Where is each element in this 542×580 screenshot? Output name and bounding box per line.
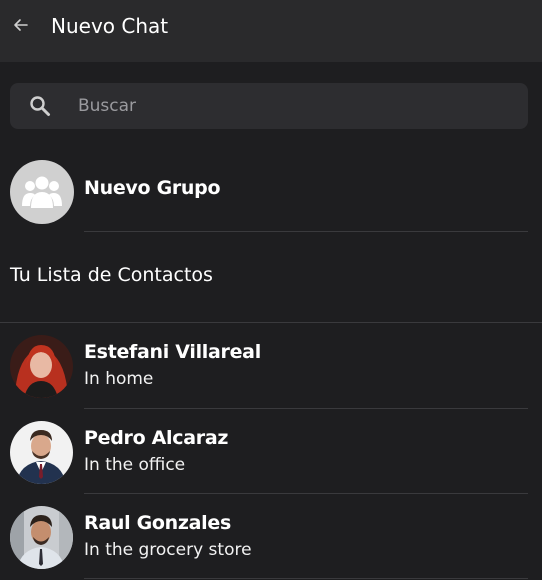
divider [84,231,528,232]
search-bar[interactable] [10,83,528,129]
contact-status: In the grocery store [84,540,252,560]
contact-item[interactable]: Raul Gonzales In the grocery store [0,494,542,579]
contact-name: Estefani Villareal [84,341,261,363]
contact-status: In home [84,369,154,389]
contact-item[interactable]: Pedro Alcaraz In the office [0,409,542,494]
divider [84,578,528,579]
new-group-label: Nuevo Grupo [84,177,221,199]
avatar [10,421,73,484]
new-group-button[interactable]: Nuevo Grupo [0,150,542,232]
avatar [10,335,73,398]
search-icon [30,96,50,116]
app-header: Nuevo Chat [0,0,542,62]
contact-name: Pedro Alcaraz [84,427,229,449]
back-button[interactable] [10,14,32,36]
group-icon [22,176,62,208]
contact-status: In the office [84,455,186,475]
page-title: Nuevo Chat [51,14,169,38]
search-input[interactable] [70,83,518,129]
group-avatar [10,160,74,224]
contacts-section-title: Tu Lista de Contactos [10,264,213,286]
arrow-left-icon [14,19,28,31]
contact-item[interactable]: Estefani Villareal In home [0,323,542,408]
avatar [10,506,73,569]
contact-name: Raul Gonzales [84,512,231,534]
